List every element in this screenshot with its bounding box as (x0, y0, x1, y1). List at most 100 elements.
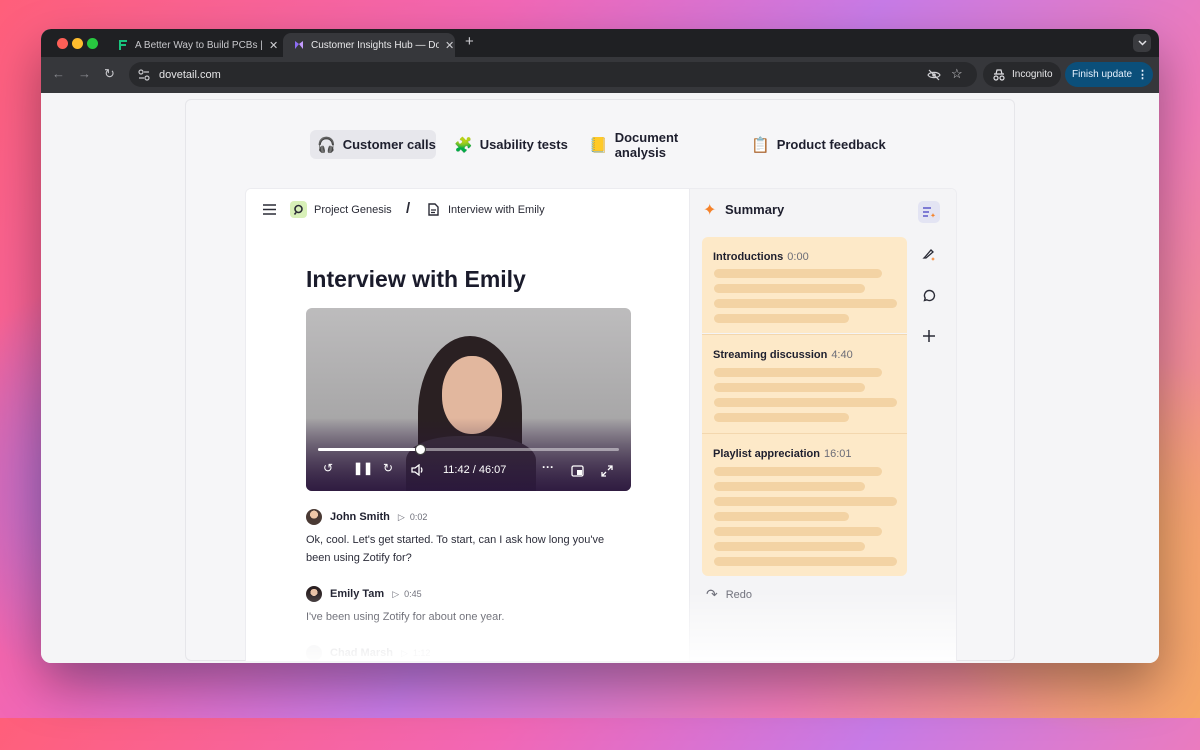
tab-product-feedback[interactable]: 📋 Product feedback (751, 130, 891, 159)
new-tab-button[interactable]: + (465, 33, 474, 50)
incognito-indicator[interactable]: Incognito (983, 62, 1061, 87)
play-timestamp-button[interactable]: ▷ 1:12 (401, 648, 430, 659)
tab-title: Customer Insights Hub — Dov (311, 39, 439, 51)
timestamp: 0:45 (404, 588, 422, 599)
redo-button[interactable]: ↷ Redo (706, 586, 752, 603)
flux-logo-icon (119, 40, 127, 50)
volume-icon[interactable] (411, 464, 425, 476)
feedback-icon: 📋 (751, 136, 770, 154)
product-showcase: 🎧 Customer calls 🧩 Usability tests 📒 Doc… (185, 99, 1015, 661)
fullscreen-icon[interactable] (601, 465, 613, 477)
project-logo-icon (290, 201, 307, 218)
document-icon: 📒 (589, 136, 608, 154)
browser-tab-pcb[interactable]: A Better Way to Build PCBs | F ✕ (107, 33, 279, 57)
tab-label: Document analysis (614, 129, 679, 160)
video-progress-fill (318, 448, 421, 451)
list-sparkle-icon (923, 207, 936, 218)
section-heading: Streaming discussion (713, 349, 828, 361)
total-time: 46:07 (478, 464, 507, 476)
tab-title: A Better Way to Build PCBs | F (135, 39, 263, 51)
speaker-name: John Smith (330, 511, 390, 523)
pause-icon[interactable]: ❚❚ (353, 461, 373, 475)
redo-label: Redo (725, 588, 753, 601)
tab-customer-calls[interactable]: 🎧 Customer calls (310, 130, 436, 159)
redo-icon: ↷ (706, 586, 718, 602)
transcript-text: I've been using Zotify for about one yea… (306, 611, 505, 623)
section-heading: Playlist appreciation (713, 448, 820, 460)
browser-toolbar: ← → ↻ dovetail.com ☆ Incognito Finish up… (41, 57, 1159, 93)
fast-forward-icon[interactable]: ↻ (383, 461, 393, 475)
breadcrumb-page[interactable]: Interview with Emily (448, 204, 545, 216)
add-button[interactable] (918, 325, 940, 347)
sparkle-icon: ✦ (703, 202, 717, 219)
speaker-john: John Smith ▷ 0:02 (306, 509, 427, 525)
eye-off-icon[interactable] (927, 69, 941, 81)
dovetail-app: Project Genesis / Interview with Emily I… (245, 188, 957, 661)
video-progress-track[interactable] (318, 444, 619, 455)
avatar (306, 586, 322, 602)
speaker-name: Emily Tam (330, 588, 385, 600)
dovetail-logo-icon (295, 41, 303, 49)
back-arrow-icon[interactable]: ← (52, 66, 65, 81)
avatar (306, 645, 322, 661)
chevron-down-icon (1137, 40, 1147, 46)
section-time[interactable]: 4:40 (831, 349, 852, 361)
bookmark-star-icon[interactable]: ☆ (951, 66, 963, 82)
breadcrumb-project[interactable]: Project Genesis (314, 204, 392, 216)
highlight-button[interactable] (918, 243, 940, 265)
breadcrumb-separator: / (406, 200, 411, 217)
summary-list-button[interactable] (918, 201, 940, 223)
url-text: dovetail.com (159, 68, 221, 81)
tab-usability-tests[interactable]: 🧩 Usability tests (454, 130, 574, 159)
picture-in-picture-icon[interactable] (571, 465, 584, 477)
summary-section[interactable]: Streaming discussion 4:40 (702, 334, 907, 433)
speaker-emily: Emily Tam ▷ 0:45 (306, 586, 422, 602)
tab-search-button[interactable] (1133, 34, 1151, 52)
reload-icon[interactable]: ↻ (104, 66, 115, 82)
video-player[interactable]: ↺ ❚❚ ↻ 11:42 / 46:07 ··· (306, 308, 631, 491)
tab-strip: A Better Way to Build PCBs | F ✕ Custome… (41, 29, 1159, 57)
browser-window: A Better Way to Build PCBs | F ✕ Custome… (41, 29, 1159, 663)
play-timestamp-button[interactable]: ▷ 0:02 (398, 512, 427, 523)
more-options-icon[interactable]: ··· (542, 460, 554, 474)
play-timestamp-button[interactable]: ▷ 0:45 (392, 589, 421, 600)
browser-tab-dovetail[interactable]: Customer Insights Hub — Dov ✕ (283, 33, 455, 57)
site-settings-icon[interactable] (137, 68, 151, 82)
timestamp: 1:12 (412, 647, 431, 658)
timestamp: 0:02 (409, 511, 428, 522)
speaker-chad: Chad Marsh ▷ 1:12 (306, 645, 430, 661)
page-content: 🎧 Customer calls 🧩 Usability tests 📒 Doc… (41, 93, 1159, 663)
address-bar[interactable]: dovetail.com ☆ (129, 62, 977, 87)
section-time[interactable]: 0:00 (787, 251, 808, 263)
more-vertical-icon: ⋮ (1137, 69, 1149, 81)
section-heading: Introductions (713, 251, 784, 263)
current-time: 11:42 (443, 464, 470, 476)
comment-button[interactable] (918, 284, 940, 306)
tab-label: Customer calls (342, 137, 436, 152)
tab-close-icon[interactable]: ✕ (445, 39, 454, 52)
summary-section[interactable]: Introductions 0:00 (702, 237, 907, 333)
section-time[interactable]: 16:01 (824, 448, 852, 460)
menu-icon[interactable] (263, 204, 276, 215)
tab-document-analysis[interactable]: 📒 Document analysis (589, 129, 729, 160)
summary-section[interactable]: Playlist appreciation 16:01 (702, 433, 907, 576)
transcript-pane: Project Genesis / Interview with Emily I… (246, 189, 689, 661)
finish-update-button[interactable]: Finish update ⋮ (1065, 62, 1153, 87)
transcript-text: Ok, cool. Let's get started. To start, c… (306, 534, 605, 564)
maximize-window-button[interactable] (87, 38, 98, 49)
highlighter-icon (922, 249, 935, 261)
summary-title: Summary (725, 202, 785, 217)
tab-close-icon[interactable]: ✕ (269, 39, 278, 52)
note-icon (428, 203, 439, 216)
close-window-button[interactable] (57, 38, 68, 49)
minimize-window-button[interactable] (72, 38, 83, 49)
comment-icon (922, 289, 935, 302)
shapes-icon: 🧩 (454, 136, 473, 154)
forward-arrow-icon[interactable]: → (78, 66, 91, 81)
rewind-icon[interactable]: ↺ (323, 461, 333, 475)
plus-icon (923, 330, 935, 342)
incognito-icon (993, 68, 1005, 81)
headset-icon: 🎧 (317, 136, 336, 154)
tab-label: Product feedback (776, 137, 886, 152)
avatar (306, 509, 322, 525)
